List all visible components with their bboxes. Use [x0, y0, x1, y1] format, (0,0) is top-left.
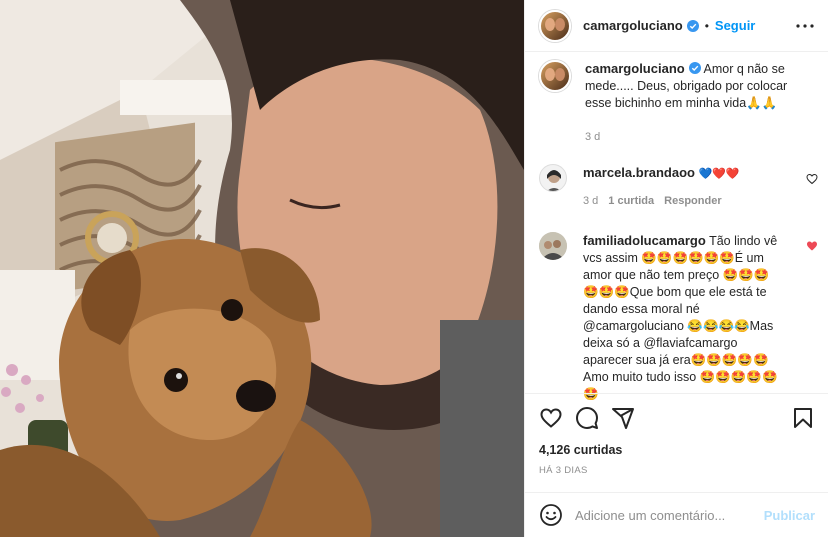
comment-age[interactable]: 3 d	[583, 193, 598, 210]
comment-like-heart-icon[interactable]	[806, 173, 818, 185]
author-username[interactable]: camargoluciano	[583, 18, 683, 33]
comment-body: familiadolucamargo Tão lindo vê vcs assi…	[583, 232, 783, 403]
post-side-panel: camargoluciano • Seguir camargoluciano A…	[524, 0, 828, 537]
heart-icon[interactable]	[539, 406, 563, 430]
emoji-icon[interactable]	[539, 503, 563, 527]
author-avatar[interactable]	[539, 9, 571, 42]
comment-meta: 3 d 1 curtida Responder	[583, 193, 783, 210]
follow-button[interactable]: Seguir	[715, 18, 755, 33]
avatar-illustration	[539, 232, 567, 260]
comment-item: familiadolucamargo Tão lindo vê vcs assi…	[539, 232, 823, 403]
comment-icon[interactable]	[575, 406, 599, 430]
post-caption: camargoluciano Amor q não se mede..... D…	[539, 60, 819, 112]
post-photo[interactable]	[0, 0, 524, 537]
caption-author-avatar[interactable]	[539, 60, 571, 92]
comment-likes[interactable]: 1 curtida	[608, 193, 654, 210]
post-header: camargoluciano • Seguir	[525, 0, 828, 52]
comment-author[interactable]: marcela.brandaoo	[583, 165, 695, 180]
caption-age[interactable]: 3 d	[585, 131, 600, 143]
share-icon[interactable]	[611, 406, 635, 430]
caption-body: camargoluciano Amor q não se mede..... D…	[585, 60, 817, 112]
header-separator: •	[704, 18, 709, 33]
reply-button[interactable]: Responder	[664, 193, 721, 210]
comment-item: marcela.brandaoo 💙❤️❤️ 3 d 1 curtida Res…	[539, 164, 823, 210]
more-options-icon[interactable]	[795, 17, 815, 35]
comment-avatar[interactable]	[539, 164, 567, 192]
avatar-illustration	[547, 170, 561, 191]
bookmark-icon[interactable]	[791, 406, 815, 430]
post-timestamp[interactable]: HÁ 3 DIAS	[539, 465, 588, 476]
add-comment-bar: Publicar	[525, 492, 828, 537]
comment-author[interactable]: familiadolucamargo	[583, 233, 706, 248]
verified-badge-icon	[686, 19, 699, 32]
add-comment-input[interactable]	[575, 507, 755, 523]
comment-avatar[interactable]	[539, 232, 567, 260]
likes-count[interactable]: 4,126 curtidas	[539, 443, 622, 457]
comment-like-heart-icon[interactable]	[806, 240, 818, 252]
comment-text: 💙❤️❤️	[698, 168, 740, 180]
publish-button[interactable]: Publicar	[764, 508, 815, 523]
instagram-post: camargoluciano • Seguir camargoluciano A…	[0, 0, 828, 537]
comment-text: Tão lindo vê vcs assim 🤩🤩🤩🤩🤩🤩É um amor q…	[583, 234, 778, 401]
verified-badge-icon	[688, 62, 701, 74]
post-actions	[525, 393, 828, 439]
caption-author[interactable]: camargoluciano	[585, 61, 685, 76]
comment-body: marcela.brandaoo 💙❤️❤️ 3 d 1 curtida Res…	[583, 164, 783, 210]
photo-illustration	[0, 0, 524, 537]
